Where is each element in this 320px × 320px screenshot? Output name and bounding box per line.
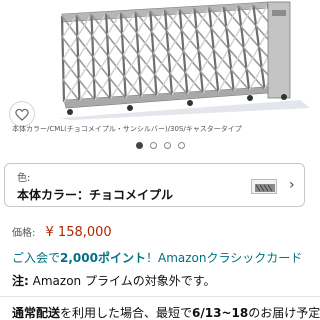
pagination-dot[interactable] bbox=[177, 142, 185, 149]
delivery-tail: のお届け予定 bbox=[248, 306, 320, 320]
prime-note: 注: Amazon プライムの対象外です。 bbox=[12, 272, 216, 289]
delivery-dates: 6/13~18 bbox=[192, 306, 249, 320]
expandable-gate-photo bbox=[60, 1, 310, 120]
points-promo-link[interactable]: ご入会で2,000ポイント！Amazonクラシックカード bbox=[12, 249, 302, 266]
variant-selector[interactable]: 色: 本体カラー：チョコメイプル › bbox=[4, 163, 305, 207]
prime-note-key: 注: bbox=[12, 274, 29, 288]
delivery-info: 通常配送を利用した場合、最短で6/13~18のお届け予定 bbox=[12, 304, 320, 320]
variant-thumbnail bbox=[251, 179, 277, 194]
delivery-method: 通常配送 bbox=[12, 306, 61, 320]
heart-icon bbox=[15, 108, 29, 121]
pagination-dot[interactable] bbox=[163, 142, 171, 149]
chevron-right-icon: › bbox=[289, 177, 295, 193]
price-value: ¥ 158,000 bbox=[45, 225, 112, 240]
product-image[interactable] bbox=[0, 0, 320, 120]
points-prefix: ご入会で bbox=[12, 251, 61, 265]
pagination-dot[interactable] bbox=[149, 142, 157, 149]
divider bbox=[0, 296, 320, 297]
price-label: 価格: bbox=[12, 228, 36, 239]
points-amount: 2,000ポイント bbox=[60, 251, 146, 265]
variant-value: 本体カラー：チョコメイプル bbox=[17, 188, 174, 202]
image-caption: 本体カラー/CML(チョコメイプル・サンシルバー)/30S/キャスタータイプ bbox=[12, 125, 242, 133]
delivery-mid: を利用した場合、最短で bbox=[60, 306, 193, 320]
pagination-dot[interactable] bbox=[135, 142, 143, 149]
points-suffix: ！Amazonクラシックカード bbox=[145, 251, 303, 265]
variant-label: 色: bbox=[17, 173, 31, 184]
price-row: 価格: ¥ 158,000 bbox=[12, 224, 112, 240]
prime-note-text: Amazon プライムの対象外です。 bbox=[32, 274, 216, 288]
image-pagination[interactable] bbox=[0, 142, 320, 149]
